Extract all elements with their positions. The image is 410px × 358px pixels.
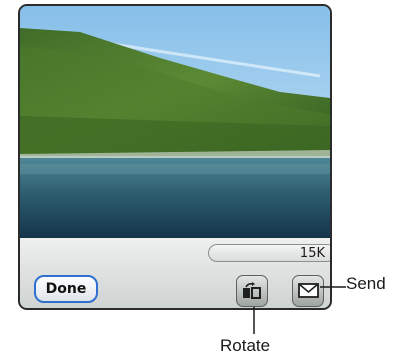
rotate-callout-label: Rotate [220, 336, 271, 355]
done-button[interactable]: Done [34, 275, 98, 303]
send-button[interactable] [292, 275, 324, 307]
file-size-indicator: 15K [208, 244, 330, 262]
file-size-label: 15K [299, 246, 325, 261]
screen-stage: 15K Done Send Rotate [0, 0, 410, 358]
photo-view[interactable] [20, 6, 330, 238]
device-screen: 15K Done [18, 4, 332, 310]
photo-toolbar: 15K Done [20, 238, 330, 308]
envelope-icon [298, 283, 319, 298]
rotate-icon [243, 282, 261, 299]
send-callout-label: Send [346, 274, 386, 293]
rotate-button[interactable] [236, 275, 268, 307]
landscape-photo [20, 6, 330, 238]
